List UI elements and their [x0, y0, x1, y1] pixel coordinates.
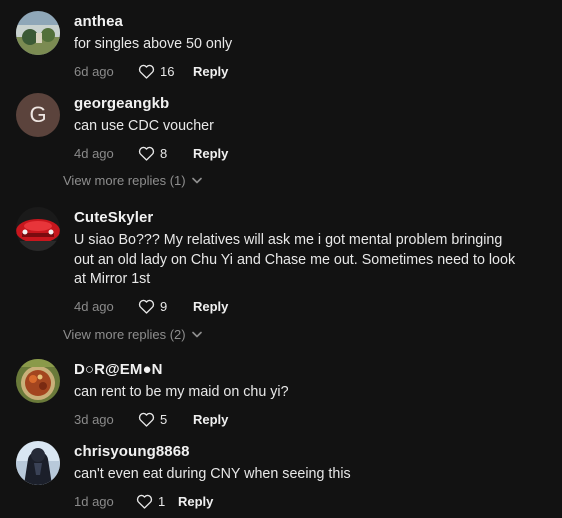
like-count: 5 [160, 412, 168, 427]
comment-text: can use CDC voucher [74, 118, 214, 134]
heart-icon [138, 64, 155, 79]
comment-meta: 6d ago 16 Reply [74, 63, 522, 81]
chevron-down-icon [191, 177, 202, 184]
like-count: 9 [160, 299, 168, 314]
comment-thread: anthea for singles above 50 only 6d ago … [0, 0, 562, 518]
like-count: 16 [160, 64, 175, 79]
user-avatar[interactable]: G [16, 93, 60, 137]
user-avatar[interactable] [16, 11, 60, 55]
chevron-down-icon [191, 331, 202, 338]
heart-icon [138, 412, 155, 427]
timestamp: 6d ago [74, 64, 114, 79]
reply-button[interactable]: Reply [193, 64, 228, 79]
comment-meta: 4d ago 9 Reply [74, 298, 522, 316]
like-count: 8 [160, 146, 168, 161]
landscape-photo-icon [16, 11, 60, 55]
comment-meta: 4d ago 8 Reply [74, 145, 522, 163]
heart-icon [136, 494, 153, 509]
timestamp: 4d ago [74, 146, 114, 161]
comment-text: U siao Bo??? My relatives will ask me i … [74, 232, 516, 287]
view-more-replies-button[interactable]: View more replies (2) [63, 327, 202, 342]
avatar-letter: G [29, 102, 47, 127]
like-button[interactable]: 16 [138, 64, 193, 79]
username[interactable]: CuteSkyler [74, 209, 522, 227]
comment-text: can't even eat during CNY when seeing th… [74, 466, 351, 482]
view-more-label: View more replies (1) [63, 173, 186, 188]
like-count: 1 [158, 494, 166, 509]
user-avatar[interactable] [16, 359, 60, 403]
username[interactable]: georgeangkb [74, 95, 522, 113]
timestamp: 4d ago [74, 299, 114, 314]
red-car-photo-icon [16, 207, 60, 251]
like-button[interactable]: 8 [138, 146, 193, 161]
timestamp: 3d ago [74, 412, 114, 427]
user-avatar[interactable] [16, 207, 60, 251]
like-button[interactable]: 9 [138, 299, 193, 314]
heart-icon [138, 146, 155, 161]
like-button[interactable]: 1 [136, 494, 178, 509]
username[interactable]: chrisyoung8868 [74, 443, 522, 461]
comment-meta: 1d ago 1 Reply [74, 493, 522, 511]
heart-icon [138, 299, 155, 314]
dark-figure-photo-icon [16, 441, 60, 485]
timestamp: 1d ago [74, 494, 114, 509]
food-photo-icon [16, 359, 60, 403]
view-more-label: View more replies (2) [63, 327, 186, 342]
reply-button[interactable]: Reply [193, 299, 228, 314]
like-button[interactable]: 5 [138, 412, 193, 427]
reply-button[interactable]: Reply [178, 494, 213, 509]
view-more-replies-button[interactable]: View more replies (1) [63, 173, 202, 188]
comment-text: for singles above 50 only [74, 36, 233, 52]
comment-meta: 3d ago 5 Reply [74, 411, 522, 429]
username[interactable]: anthea [74, 13, 522, 31]
username[interactable]: D○R@EM●N [74, 361, 522, 379]
comment-text: can rent to be my maid on chu yi? [74, 384, 289, 400]
user-avatar[interactable] [16, 441, 60, 485]
reply-button[interactable]: Reply [193, 146, 228, 161]
reply-button[interactable]: Reply [193, 412, 228, 427]
